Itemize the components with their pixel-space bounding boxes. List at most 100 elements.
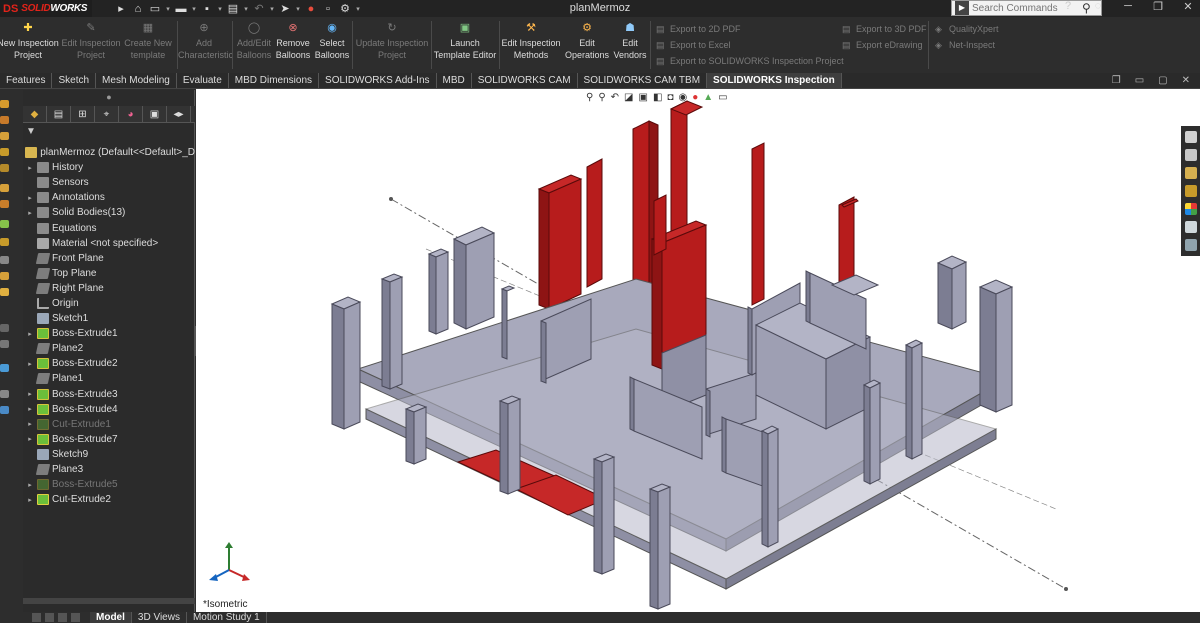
dimxpert-tab-icon[interactable]: ⌖ — [95, 106, 119, 123]
feature-tree-item[interactable]: ▸ History — [23, 160, 195, 175]
add-edit-balloons-button[interactable]: ◯ Add/Edit Balloons — [234, 21, 274, 61]
chevron-down-icon[interactable]: ▾ — [355, 5, 361, 13]
feature-tree-item[interactable]: ▸ Boss-Extrude1 — [23, 326, 195, 341]
revolve-icon[interactable] — [0, 116, 9, 124]
expand-arrow-icon[interactable]: ▸ — [23, 435, 37, 443]
feature-tree-item[interactable]: Origin — [23, 296, 195, 311]
feature-tree-item[interactable]: Right Plane — [23, 281, 195, 296]
curves-icon[interactable] — [0, 340, 9, 348]
home-pane-icon[interactable] — [1184, 131, 1197, 143]
help-icon[interactable]: ? — [1060, 0, 1076, 13]
launch-template-editor-button[interactable]: ▣ Launch Template Editor — [432, 21, 498, 61]
minimize-icon[interactable]: ─ — [1120, 0, 1136, 13]
edit-inspection-methods-button[interactable]: ⚒ Edit Inspection Methods — [500, 21, 562, 61]
undo-icon[interactable]: ↶ — [252, 2, 266, 15]
last-tab-icon[interactable] — [71, 613, 80, 622]
fillet-icon[interactable] — [0, 220, 9, 228]
solidworks-logo[interactable]: DS SOLIDWORKS — [0, 0, 92, 17]
select-balloons-button[interactable]: ◉ Select Balloons — [313, 21, 351, 61]
tab-solidworks-cam[interactable]: SOLIDWORKS CAM — [472, 73, 578, 88]
tab-features[interactable]: Features — [0, 73, 53, 88]
edit-operations-button[interactable]: ⚙ Edit Operations — [563, 21, 611, 61]
featuremanager-tab-icon[interactable]: ◆ — [23, 106, 47, 123]
loft-icon[interactable] — [0, 148, 9, 156]
rib-icon[interactable] — [0, 256, 9, 264]
sweep-icon[interactable] — [0, 132, 9, 140]
feature-tree-item[interactable]: ▸ Boss-Extrude3 — [23, 387, 195, 402]
feature-tree-item[interactable]: Sketch9 — [23, 447, 195, 462]
hole-wizard-icon[interactable] — [0, 200, 9, 208]
configurationmanager-tab-icon[interactable]: ⊞ — [71, 106, 95, 123]
qualityxpert-button[interactable]: ◈ QualityXpert — [935, 21, 999, 37]
mirror-icon[interactable] — [0, 288, 9, 296]
options-gear-icon[interactable]: ⚙ — [338, 2, 352, 15]
tab-solidworks-addins[interactable]: SOLIDWORKS Add-Ins — [319, 73, 437, 88]
chevron-down-icon[interactable]: ▾ — [269, 5, 275, 13]
restore-view-icon[interactable]: ❐ — [1112, 75, 1121, 86]
feature-tree-item[interactable]: planMermoz (Default<<Default>_D — [23, 145, 195, 160]
extrude-icon[interactable] — [0, 100, 9, 108]
chevron-down-icon[interactable]: ▾ — [191, 5, 197, 13]
expand-arrow-icon[interactable]: ▸ — [23, 360, 37, 368]
feature-tree-item[interactable]: ▸ Boss-Extrude2 — [23, 356, 195, 371]
feature-tree-item[interactable]: ▸ Boss-Extrude4 — [23, 402, 195, 417]
tab-solidworks-inspection[interactable]: SOLIDWORKS Inspection — [707, 73, 842, 88]
open-folder-icon[interactable]: ▬ — [174, 3, 188, 15]
solidworks-forum-icon[interactable] — [1184, 239, 1197, 251]
tile-view-icon[interactable]: ▭ — [1135, 75, 1144, 86]
tab-mesh-modeling[interactable]: Mesh Modeling — [96, 73, 177, 88]
maximize-view-icon[interactable]: ▢ — [1158, 75, 1167, 86]
file-properties-icon[interactable]: ▫ — [321, 3, 335, 15]
panel-horizontal-scrollbar[interactable] — [23, 598, 195, 604]
home-icon[interactable]: ⌂ — [131, 3, 145, 15]
graphics-area[interactable]: ❐ ▭ ▢ ✕ ⚲ ⚲ ↶ ◪ ▣ ◧ ◘ ◉ ● ▲ ▭ — [196, 75, 1200, 612]
tab-sketch[interactable]: Sketch — [52, 73, 97, 88]
shell-icon[interactable] — [0, 272, 9, 280]
intersect-icon[interactable] — [0, 406, 9, 414]
expand-arrow-icon[interactable]: ▸ — [23, 390, 37, 398]
instant3d-icon[interactable] — [0, 364, 9, 372]
wrap-icon[interactable] — [0, 390, 9, 398]
update-inspection-project-button[interactable]: ↻ Update Inspection Project — [354, 21, 430, 61]
chevron-down-icon[interactable]: ▾ — [243, 5, 249, 13]
expand-arrow-icon[interactable]: ▸ — [23, 496, 37, 504]
feature-tree-item[interactable]: Top Plane — [23, 266, 195, 281]
3d-contentcentral-icon[interactable] — [1184, 149, 1197, 161]
feature-tree-item[interactable]: Plane2 — [23, 341, 195, 356]
displaymanager-tab-icon[interactable]: ◕ — [119, 106, 143, 123]
next-tab-icon[interactable] — [58, 613, 67, 622]
tab-evaluate[interactable]: Evaluate — [177, 73, 229, 88]
file-explorer-icon[interactable] — [1184, 185, 1197, 197]
save-icon[interactable]: ▪ — [200, 3, 214, 15]
reference-geometry-icon[interactable] — [0, 324, 9, 332]
export-edrawing-button[interactable]: ▤ Export eDrawing — [842, 37, 927, 53]
expand-menu-icon[interactable]: ▸ — [114, 2, 128, 15]
select-cursor-icon[interactable]: ➤ — [278, 2, 292, 15]
chevron-down-icon[interactable]: ▾ — [217, 5, 223, 13]
cam-tab-icon[interactable]: ▣ — [143, 106, 167, 123]
feature-tree-item[interactable]: Material <not specified> — [23, 236, 195, 251]
boundary-icon[interactable] — [0, 164, 9, 172]
edit-vendors-button[interactable]: ☗ Edit Vendors — [612, 21, 648, 61]
feature-tree-item[interactable]: Sketch1 — [23, 311, 195, 326]
expand-arrow-icon[interactable]: ▸ — [23, 420, 37, 428]
custom-properties-icon[interactable] — [1184, 221, 1197, 233]
export-3d-pdf-button[interactable]: ▤ Export to 3D PDF — [842, 21, 927, 37]
tab-model[interactable]: Model — [90, 612, 132, 623]
expand-arrow-icon[interactable]: ▸ — [23, 405, 37, 413]
feature-tree-item[interactable]: ▸ Cut-Extrude2 — [23, 492, 195, 507]
close-view-icon[interactable]: ✕ — [1182, 75, 1190, 86]
print-icon[interactable]: ▤ — [226, 2, 240, 15]
appearances-icon[interactable] — [1184, 203, 1197, 215]
feature-tree-item[interactable]: ▸ Boss-Extrude5 — [23, 477, 195, 492]
feature-tree-item[interactable]: Sensors — [23, 175, 195, 190]
tab-mbd-dimensions[interactable]: MBD Dimensions — [229, 73, 320, 88]
remove-balloons-button[interactable]: ⊗ Remove Balloons — [275, 21, 311, 61]
chevron-down-icon[interactable]: ▾ — [165, 5, 171, 13]
chevron-down-icon[interactable]: ▾ — [295, 5, 301, 13]
expand-arrow-icon[interactable]: ▸ — [23, 330, 37, 338]
tab-3d-views[interactable]: 3D Views — [132, 612, 187, 623]
cut-extrude-icon[interactable] — [0, 184, 9, 192]
feature-tree-item[interactable]: Plane1 — [23, 371, 195, 386]
feature-tree-item[interactable]: ▸ Cut-Extrude1 — [23, 417, 195, 432]
